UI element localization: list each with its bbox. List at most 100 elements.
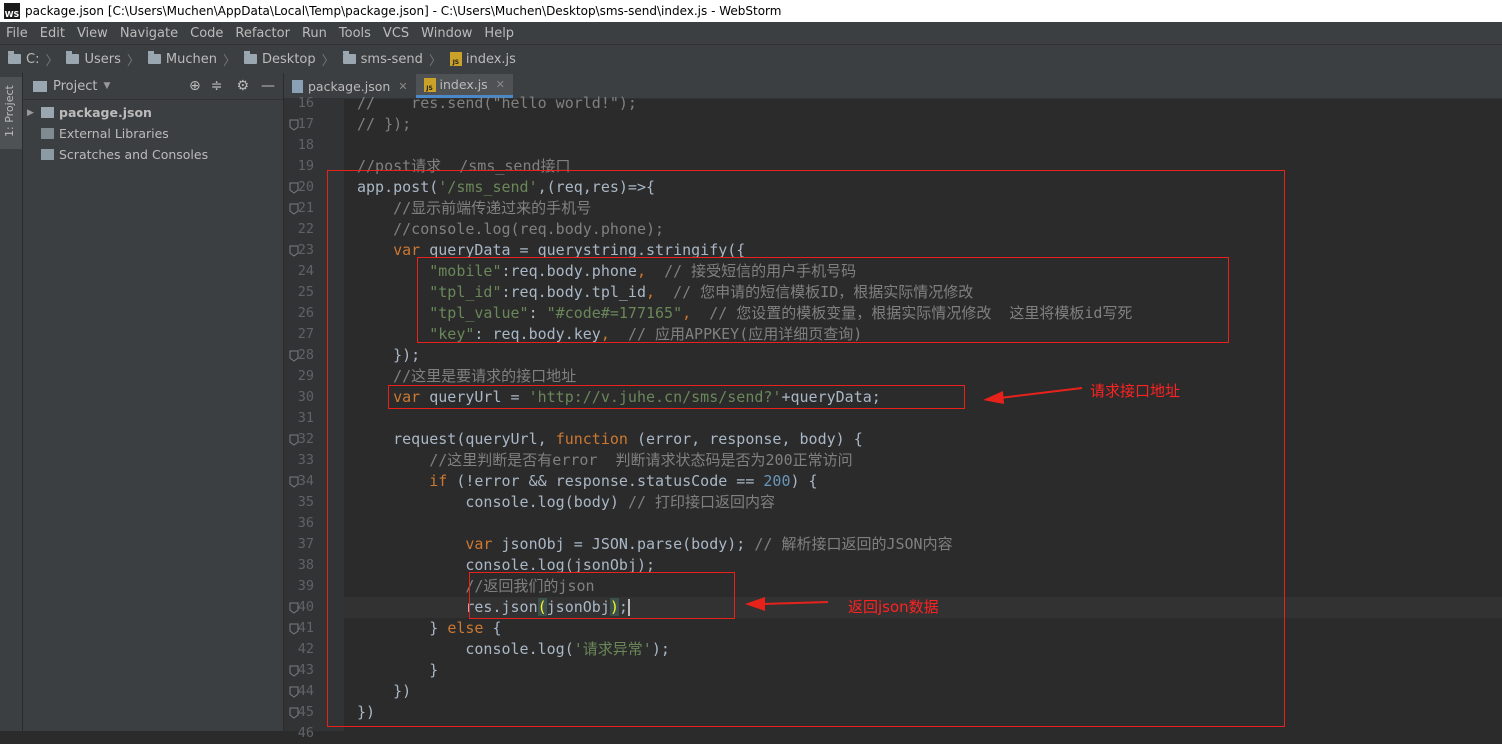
line-number: 22 (297, 221, 314, 237)
project-tool-tab-label: 1: Project (3, 85, 16, 137)
project-tree-item[interactable]: ▶ package.json (23, 102, 283, 123)
breadcrumb-separator-icon: 〉 (321, 53, 335, 69)
menu-item-run[interactable]: Run (296, 26, 333, 41)
project-tool-tab[interactable]: 1: Project (0, 77, 22, 149)
breadcrumb-label: sms-send (360, 51, 423, 67)
code-text: // res.send("hello world!"); (357, 93, 637, 114)
line-number: 36 (297, 515, 314, 531)
project-tree-item-label: External Libraries (59, 126, 169, 141)
window-titlebar: WS package.json [C:\Users\Muchen\AppData… (0, 0, 1502, 22)
menu-item-window[interactable]: Window (415, 26, 478, 41)
project-tree-item[interactable]: External Libraries (23, 123, 283, 144)
breadcrumb-separator-icon: 〉 (428, 53, 442, 69)
menu-item-edit[interactable]: Edit (34, 26, 71, 41)
drive-icon (8, 51, 21, 64)
menu-item-navigate[interactable]: Navigate (114, 26, 184, 41)
json-file-icon (292, 79, 303, 93)
annotation-box-query-url (388, 385, 965, 409)
code-token: // res.send("hello world!"); (357, 94, 637, 112)
breadcrumb-separator-icon: 〉 (126, 53, 140, 69)
menu-item-file[interactable]: File (0, 26, 34, 41)
annotation-box-app-post (327, 170, 1285, 727)
line-number: 39 (297, 578, 314, 594)
fold-marker-icon[interactable] (289, 182, 299, 194)
annotation-label-res-json: 返回json数据 (848, 598, 939, 616)
breadcrumb-separator-icon: 〉 (45, 53, 59, 69)
locate-target-icon[interactable]: ⊕ (189, 78, 201, 94)
fold-marker-icon[interactable] (289, 707, 299, 719)
annotation-label-query-url: 请求接口地址 (1090, 382, 1181, 400)
fold-marker-icon[interactable] (289, 623, 299, 635)
line-number: 29 (297, 368, 314, 384)
project-tree: ▶ package.json External Libraries Scratches… (23, 100, 283, 165)
line-number: 35 (297, 494, 314, 510)
breadcrumb-item[interactable]: JS index.js (449, 51, 516, 67)
scratches-icon (41, 149, 54, 160)
menu-item-code[interactable]: Code (184, 26, 229, 41)
tab-label: package.json (308, 78, 391, 94)
breadcrumb-label: C: (26, 51, 40, 67)
fold-marker-icon[interactable] (289, 350, 299, 362)
js-file-icon: JS (423, 77, 436, 92)
code-line[interactable]: 16 // res.send("hello world!"); (298, 93, 1502, 114)
menu-item-help[interactable]: Help (478, 26, 520, 41)
breadcrumb-item[interactable]: C: 〉 (8, 50, 58, 69)
gear-icon[interactable]: ⚙ (236, 78, 249, 94)
code-line[interactable]: 18 (298, 135, 1502, 156)
line-number: 38 (297, 557, 314, 573)
project-panel-header: Project ▼ ⊕ ≑ ⚙ — (23, 73, 283, 100)
fold-marker-icon[interactable] (289, 665, 299, 677)
library-icon (41, 128, 54, 139)
webstorm-logo-icon: WS (4, 3, 20, 19)
menu-item-tools[interactable]: Tools (333, 26, 377, 41)
js-file-icon: JS (449, 52, 462, 66)
chevron-down-icon[interactable]: ▼ (103, 81, 110, 91)
line-number: 42 (297, 641, 314, 657)
breadcrumb-item[interactable]: Muchen 〉 (147, 50, 237, 69)
breadcrumb-item[interactable]: sms-send 〉 (342, 50, 442, 69)
line-number: 37 (297, 536, 314, 552)
line-number: 16 (297, 95, 314, 111)
collapse-all-icon[interactable]: ≑ (211, 78, 223, 94)
project-panel: Project ▼ ⊕ ≑ ⚙ — ▶ package.json External … (23, 73, 283, 731)
folder-icon (342, 51, 356, 64)
breadcrumb-separator-icon: 〉 (223, 53, 237, 69)
breadcrumb-label: Users (84, 51, 121, 67)
fold-marker-icon[interactable] (289, 203, 299, 215)
menu-item-vcs[interactable]: VCS (377, 26, 415, 41)
fold-marker-icon[interactable] (289, 245, 299, 257)
fold-marker-icon[interactable] (289, 119, 299, 131)
fold-marker-icon[interactable] (289, 434, 299, 446)
line-number: 33 (297, 452, 314, 468)
code-token: // }); (357, 115, 412, 133)
fold-marker-icon[interactable] (289, 476, 299, 488)
code-text: // }); (357, 114, 411, 135)
project-tree-item[interactable]: Scratches and Consoles (23, 144, 283, 165)
line-number: 24 (297, 263, 314, 279)
close-icon[interactable]: ✕ (496, 78, 505, 91)
project-view-selector[interactable]: Project (53, 79, 97, 94)
fold-marker-icon[interactable] (289, 602, 299, 614)
menu-item-refactor[interactable]: Refactor (229, 26, 296, 41)
close-icon[interactable]: ✕ (398, 80, 407, 93)
folder-icon (147, 51, 161, 64)
hide-panel-icon[interactable]: — (261, 78, 275, 94)
menu-item-view[interactable]: View (71, 26, 114, 41)
breadcrumb-label: index.js (465, 51, 516, 67)
line-number: 31 (297, 410, 314, 426)
breadcrumb-item[interactable]: Desktop 〉 (244, 50, 335, 69)
line-number: 27 (297, 326, 314, 342)
breadcrumb-item[interactable]: Users 〉 (66, 50, 140, 69)
breadcrumb-label: Desktop (262, 51, 316, 67)
tool-window-strip: 1: Project (0, 73, 23, 731)
code-line[interactable]: 17// }); (289, 114, 1502, 135)
annotation-box-res-json (469, 572, 735, 619)
folder-icon (41, 107, 54, 118)
project-view-icon (33, 80, 47, 92)
folder-icon (244, 51, 258, 64)
project-tree-item-label: Scratches and Consoles (59, 147, 209, 162)
line-number: 18 (297, 137, 314, 153)
tab-label: index.js (439, 77, 488, 92)
fold-marker-icon[interactable] (289, 686, 299, 698)
expand-arrow-icon[interactable]: ▶ (27, 108, 41, 118)
